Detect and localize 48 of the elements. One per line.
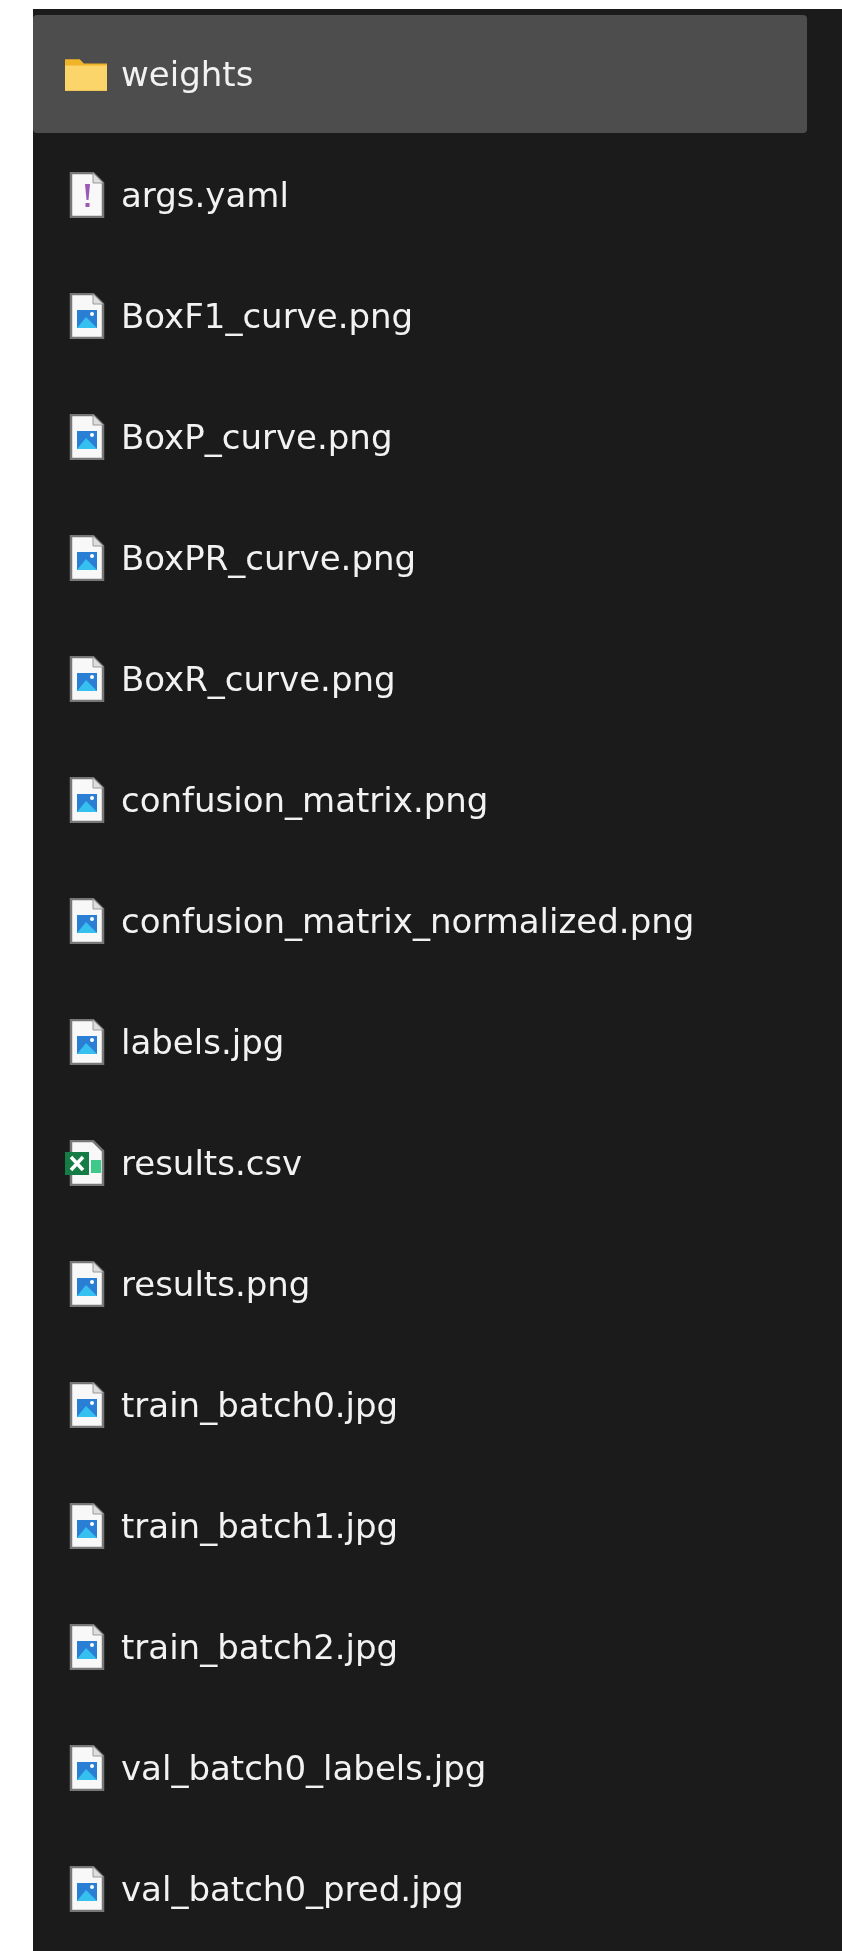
file-name: results.csv <box>121 1143 303 1183</box>
file-row[interactable]: confusion_matrix.png <box>33 741 807 859</box>
file-name: BoxPR_curve.png <box>121 538 417 578</box>
file-row[interactable]: BoxP_curve.png <box>33 378 807 496</box>
image-file-icon <box>69 898 105 944</box>
file-name: args.yaml <box>121 175 289 215</box>
file-row[interactable]: results.png <box>33 1225 807 1343</box>
file-row[interactable]: confusion_matrix_normalized.png <box>33 862 807 980</box>
image-file-icon <box>69 1624 105 1670</box>
image-file-icon <box>69 1745 105 1791</box>
file-row[interactable]: results.csv <box>33 1104 807 1222</box>
image-file-icon <box>69 1382 105 1428</box>
image-file-icon <box>69 1019 105 1065</box>
image-file-icon <box>69 293 105 339</box>
file-name: train_batch0.jpg <box>121 1385 399 1425</box>
image-file-icon <box>69 535 105 581</box>
image-file-icon <box>69 777 105 823</box>
file-name: train_batch2.jpg <box>121 1627 399 1667</box>
file-name: confusion_matrix_normalized.png <box>121 901 695 941</box>
file-row[interactable]: val_batch0_pred.jpg <box>33 1830 807 1948</box>
folder-icon <box>65 57 107 91</box>
file-row[interactable]: weights <box>33 15 807 133</box>
image-file-icon <box>69 656 105 702</box>
file-row[interactable]: args.yaml <box>33 136 807 254</box>
file-name: BoxF1_curve.png <box>121 296 414 336</box>
file-row[interactable]: val_batch0_labels.jpg <box>33 1709 807 1827</box>
file-name: confusion_matrix.png <box>121 780 489 820</box>
file-icon <box>69 172 105 218</box>
file-row[interactable]: BoxF1_curve.png <box>33 257 807 375</box>
file-row[interactable]: train_batch0.jpg <box>33 1346 807 1464</box>
image-file-icon <box>69 1261 105 1307</box>
file-name: results.png <box>121 1264 311 1304</box>
file-name: BoxR_curve.png <box>121 659 396 699</box>
file-name: weights <box>121 54 254 94</box>
image-file-icon <box>69 1503 105 1549</box>
file-row[interactable]: train_batch2.jpg <box>33 1588 807 1706</box>
file-row[interactable]: BoxPR_curve.png <box>33 499 807 617</box>
image-file-icon <box>69 414 105 460</box>
file-row[interactable]: BoxR_curve.png <box>33 620 807 738</box>
file-row[interactable]: train_batch1.jpg <box>33 1467 807 1585</box>
file-name: train_batch1.jpg <box>121 1506 399 1546</box>
file-name: val_batch0_pred.jpg <box>121 1869 464 1909</box>
file-row[interactable]: labels.jpg <box>33 983 807 1101</box>
image-file-icon <box>69 1866 105 1912</box>
file-name: labels.jpg <box>121 1022 285 1062</box>
spreadsheet-file-icon <box>65 1140 105 1186</box>
file-name: BoxP_curve.png <box>121 417 393 457</box>
file-name: val_batch0_labels.jpg <box>121 1748 487 1788</box>
